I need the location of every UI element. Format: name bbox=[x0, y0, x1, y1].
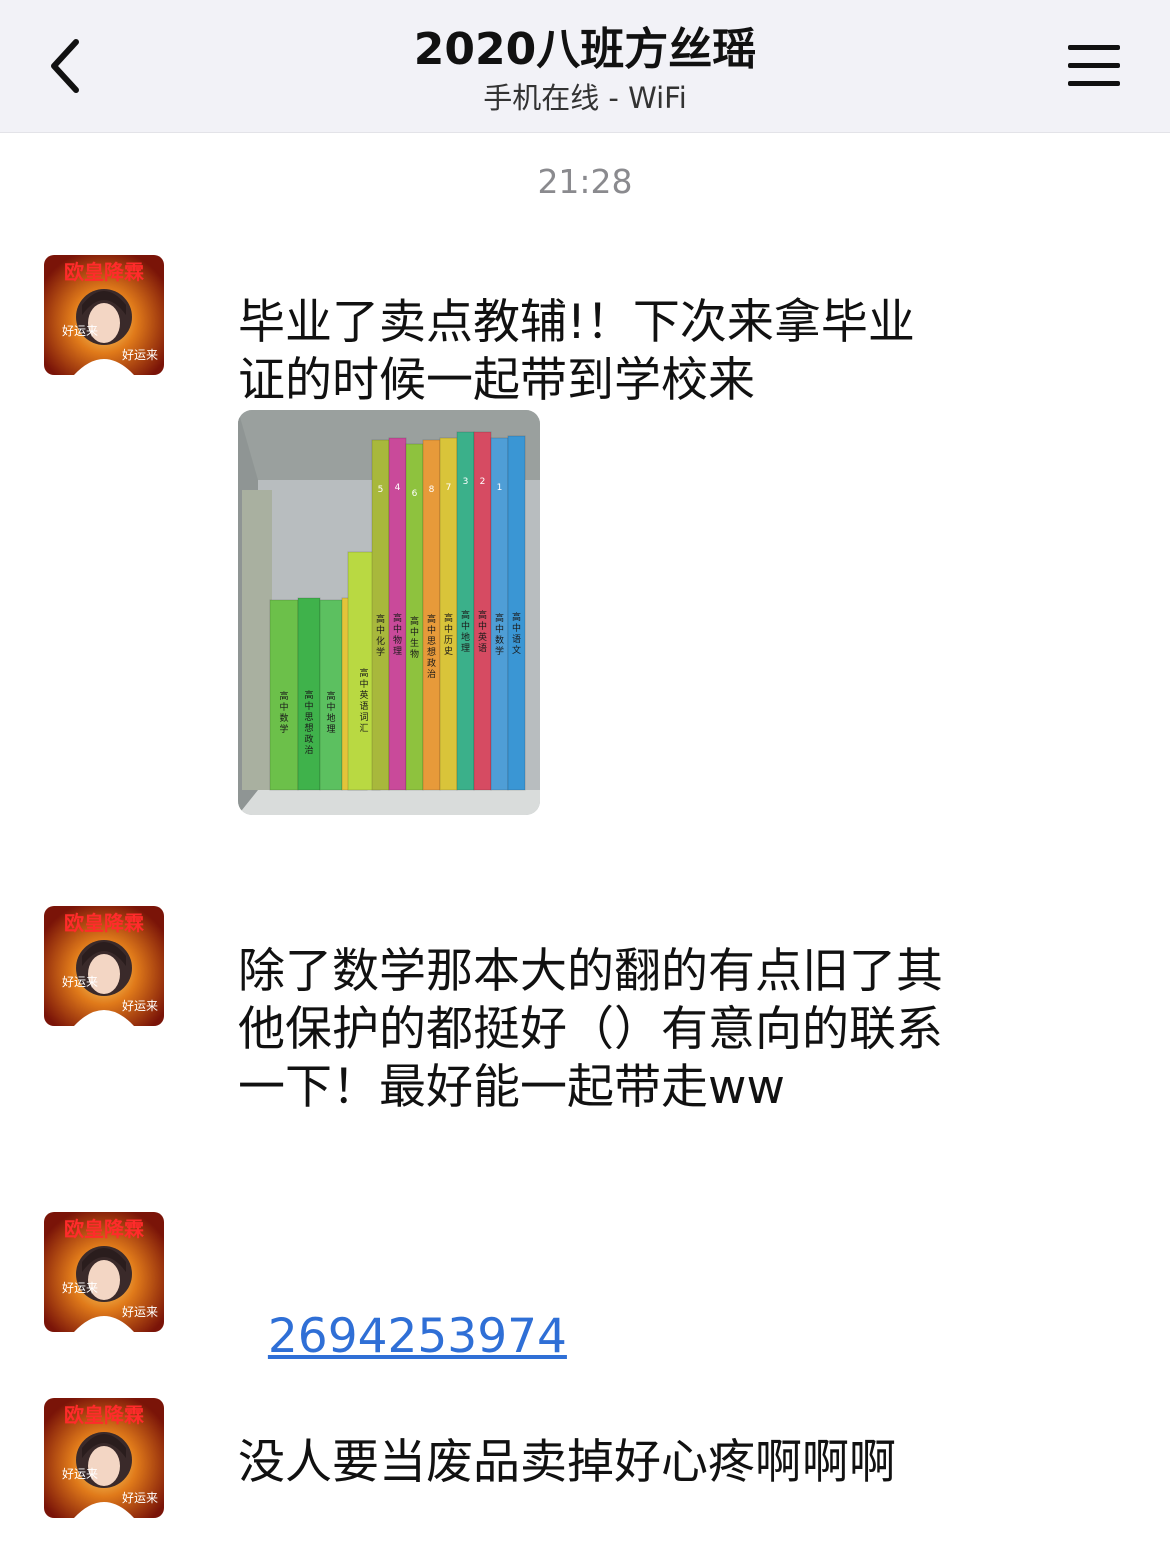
avatar-caption: 欧皇降霖 bbox=[64, 1403, 144, 1427]
phone-number-link[interactable]: 2694253974 bbox=[268, 1309, 567, 1364]
book-number: 3 bbox=[463, 477, 469, 487]
book-spine-char: 高 bbox=[376, 613, 385, 625]
book-spine-char: 生 bbox=[410, 637, 419, 649]
book-spine-char: 学 bbox=[495, 645, 504, 657]
book-number: 1 bbox=[497, 483, 503, 493]
message-text: 没人要当废品卖掉好心疼啊啊啊 bbox=[238, 1435, 896, 1490]
book-spine-char: 高 bbox=[359, 667, 368, 679]
avatar-side-text-right: 好运来 bbox=[122, 999, 158, 1013]
book-spine-char: 理 bbox=[393, 646, 402, 657]
book-spine-char: 中 bbox=[279, 701, 288, 713]
book-spine-char: 中 bbox=[326, 701, 335, 713]
book-number: 2 bbox=[480, 477, 486, 487]
book-spine-char: 物 bbox=[410, 648, 419, 660]
book-spine-char: 历 bbox=[444, 635, 453, 646]
avatar-side-text-right: 好运来 bbox=[122, 348, 158, 362]
avatar-caption: 欧皇降霖 bbox=[64, 911, 144, 935]
book-spine-char: 中 bbox=[410, 626, 419, 638]
book-spine-char: 汇 bbox=[359, 723, 368, 734]
book-spine-char: 语 bbox=[359, 701, 368, 712]
message-text: 除了数学那本大的翻的有点旧了其 他保护的都挺好（）有意向的联系 一下！最好能一起… bbox=[238, 944, 943, 1115]
book-spine-char: 政 bbox=[304, 733, 313, 745]
online-status: 手机在线 - WiFi bbox=[483, 81, 687, 115]
book-spine-char: 学 bbox=[376, 646, 385, 658]
book-spine-char: 高 bbox=[495, 612, 504, 624]
avatar-caption: 欧皇降霖 bbox=[64, 260, 144, 284]
book-spine-char: 英 bbox=[359, 689, 368, 701]
books-photo[interactable]: 高中数学高中思想政治高中地理高中历史高中英语词汇高中化学高中物理高中生物高中思想… bbox=[238, 410, 540, 815]
book-spine-char: 想 bbox=[427, 646, 436, 658]
book-spine-char: 理 bbox=[461, 643, 470, 654]
book-spine-char: 史 bbox=[444, 645, 453, 657]
message-text: 毕业了卖点教辅!！下次来拿毕业 证的时候一起带到学校来 bbox=[238, 295, 915, 408]
book-spine-char: 高 bbox=[461, 609, 470, 621]
book-spine: 高中语文 bbox=[507, 435, 526, 791]
book-spine-char: 治 bbox=[427, 668, 436, 680]
avatar-caption: 欧皇降霖 bbox=[64, 1217, 144, 1241]
message-timestamp: 21:28 bbox=[537, 162, 633, 201]
book-number: 6 bbox=[412, 489, 418, 499]
book-spine-char: 中 bbox=[304, 700, 313, 712]
book-spine-char: 想 bbox=[304, 722, 313, 734]
avatar-side-text-left: 好运来 bbox=[62, 324, 98, 338]
book-spine-char: 数 bbox=[279, 712, 288, 724]
book-spine-char: 高 bbox=[512, 611, 521, 623]
book-number: 7 bbox=[446, 483, 452, 493]
book-spine-char: 词 bbox=[359, 712, 368, 723]
avatar-side-text-left: 好运来 bbox=[62, 975, 98, 989]
book-spine-char: 高 bbox=[427, 613, 436, 625]
book-number: 5 bbox=[378, 485, 384, 495]
book-spine-char: 中 bbox=[495, 623, 504, 635]
book-stack bbox=[242, 490, 272, 790]
book-spine-char: 地 bbox=[326, 712, 335, 724]
book-spine-char: 高 bbox=[478, 609, 487, 621]
book-number: 8 bbox=[429, 485, 435, 495]
book-spine-char: 语 bbox=[512, 634, 521, 645]
book-spine-char: 理 bbox=[326, 724, 335, 735]
book-spine-char: 文 bbox=[512, 644, 521, 656]
book-number: 4 bbox=[395, 483, 401, 493]
chat-header: 2020八班方丝瑶 手机在线 - WiFi bbox=[0, 0, 1170, 133]
book-spine-char: 高 bbox=[410, 615, 419, 627]
book-spine-char: 政 bbox=[427, 657, 436, 669]
book-spine-char: 思 bbox=[304, 712, 313, 723]
avatar[interactable]: 欧皇降霖 好运来 好运来 bbox=[44, 1398, 164, 1518]
avatar[interactable]: 欧皇降霖 好运来 好运来 bbox=[44, 1212, 164, 1332]
book-spine-char: 高 bbox=[279, 690, 288, 702]
book-spine-char: 化 bbox=[376, 635, 385, 647]
book-spine-char: 中 bbox=[461, 620, 470, 632]
book-spine-char: 高 bbox=[326, 690, 335, 702]
book-spine-char: 思 bbox=[427, 636, 436, 647]
avatar[interactable]: 欧皇降霖 好运来 好运来 bbox=[44, 255, 164, 375]
menu-icon[interactable] bbox=[1066, 42, 1122, 90]
book-spine-char: 英 bbox=[478, 631, 487, 643]
chat-title: 2020八班方丝瑶 bbox=[413, 24, 757, 75]
message-link-wrapper: 2694253974 bbox=[238, 1250, 1038, 1366]
book-spine-char: 中 bbox=[512, 622, 521, 634]
book-spine-char: 中 bbox=[376, 624, 385, 636]
avatar-side-text-left: 好运来 bbox=[62, 1467, 98, 1481]
book-spine: 高中思想政治 bbox=[297, 597, 321, 791]
book-spine-char: 治 bbox=[304, 744, 313, 756]
book-spine-char: 高 bbox=[393, 612, 402, 624]
book-spine-char: 中 bbox=[427, 624, 436, 636]
book-spine-char: 物 bbox=[393, 634, 402, 646]
book-spine-char: 高 bbox=[444, 612, 453, 624]
book-spine-char: 学 bbox=[279, 723, 288, 735]
book-spine-char: 语 bbox=[478, 643, 487, 654]
book-spine-char: 中 bbox=[359, 678, 368, 690]
avatar-side-text-right: 好运来 bbox=[122, 1305, 158, 1319]
book-spine-char: 数 bbox=[495, 634, 504, 646]
book-spine-char: 中 bbox=[393, 623, 402, 635]
book-spine: 高中地理 bbox=[319, 599, 343, 791]
book-spine-char: 中 bbox=[478, 620, 487, 632]
avatar-side-text-right: 好运来 bbox=[122, 1491, 158, 1505]
books-photo-image: 高中数学高中思想政治高中地理高中历史高中英语词汇高中化学高中物理高中生物高中思想… bbox=[238, 410, 540, 815]
book-spine-char: 高 bbox=[304, 689, 313, 701]
avatar-side-text-left: 好运来 bbox=[62, 1281, 98, 1295]
book-spine-char: 中 bbox=[444, 623, 453, 635]
book-spine: 高中数学 bbox=[269, 599, 299, 791]
avatar[interactable]: 欧皇降霖 好运来 好运来 bbox=[44, 906, 164, 1026]
book-spine-char: 地 bbox=[461, 631, 470, 643]
